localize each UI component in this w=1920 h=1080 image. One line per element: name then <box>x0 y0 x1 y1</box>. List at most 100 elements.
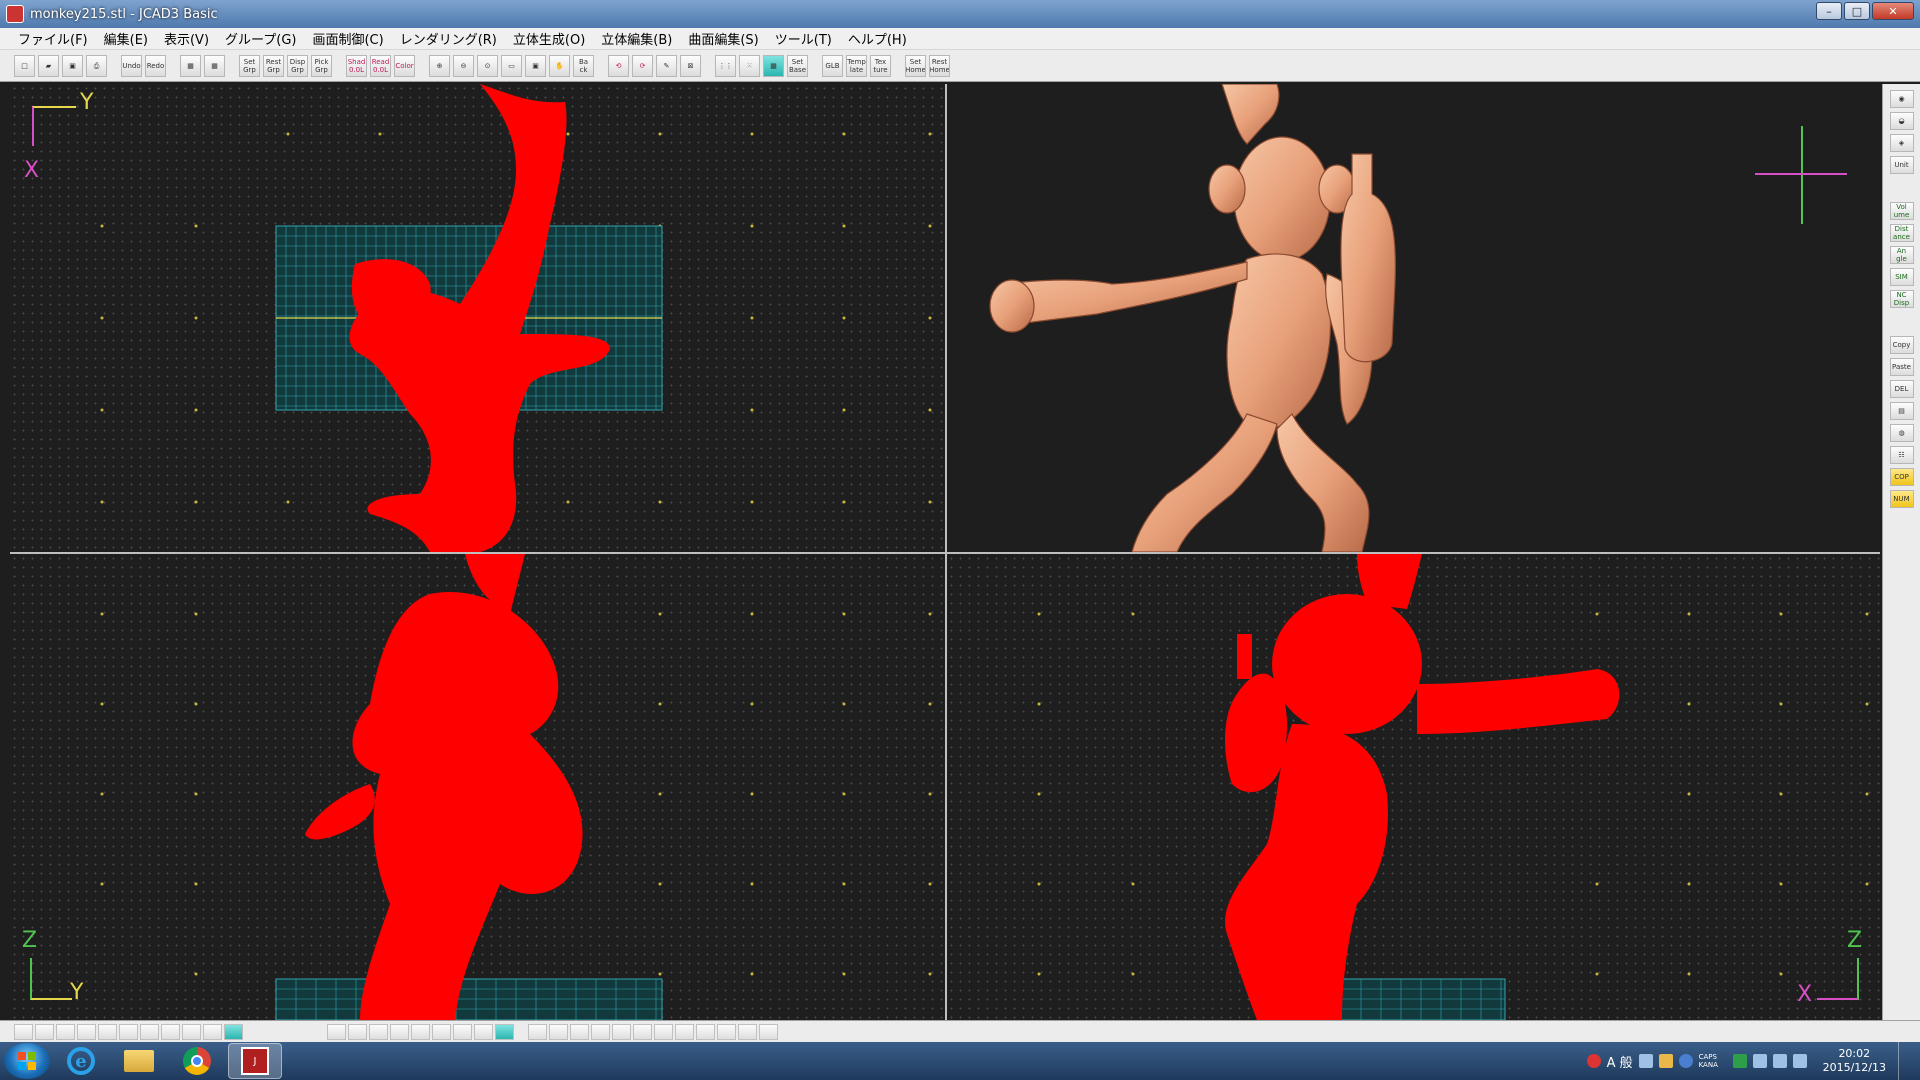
rotate-2-icon[interactable]: ⟳ <box>632 54 653 77</box>
shade-button[interactable]: Shad 0.0L <box>346 54 367 77</box>
rotate-4-icon[interactable]: ⊠ <box>680 54 701 77</box>
curve-tool-10-icon[interactable] <box>203 1023 222 1040</box>
menu-help[interactable]: ヘルプ(H) <box>840 29 915 48</box>
action-center-flag-icon[interactable] <box>1752 1054 1767 1068</box>
angle-button[interactable]: An gle <box>1889 246 1914 264</box>
solid-tool-7-icon[interactable] <box>453 1023 472 1040</box>
curve-tool-6-icon[interactable] <box>119 1023 138 1040</box>
zoom-out-icon[interactable]: ⊖ <box>453 54 474 77</box>
solid-tool-3-icon[interactable] <box>369 1023 388 1040</box>
start-button[interactable] <box>4 1043 50 1079</box>
edit-tool-4-icon[interactable] <box>591 1023 610 1040</box>
volume-button[interactable]: Vol ume <box>1889 202 1914 220</box>
taskbar-chrome[interactable] <box>170 1043 224 1079</box>
new-file-icon[interactable]: □ <box>14 54 35 77</box>
eye-icon[interactable]: ◉ <box>1889 90 1914 108</box>
zoom-all-icon[interactable]: ▣ <box>525 54 546 77</box>
menu-solid-create[interactable]: 立体生成(O) <box>505 29 593 48</box>
solid-tool-8-icon[interactable] <box>474 1023 493 1040</box>
palette-icon[interactable]: ◍ <box>1889 424 1914 442</box>
viewport-top-left[interactable]: Y X <box>10 84 945 552</box>
viewport-bottom-right[interactable]: Z X <box>947 554 1880 1020</box>
template-button[interactable]: Temp late <box>846 54 867 77</box>
menu-surface-edit[interactable]: 曲面編集(S) <box>680 29 766 48</box>
menu-file[interactable]: ファイル(F) <box>10 29 96 48</box>
maximize-button[interactable]: □ <box>1844 2 1870 20</box>
menu-solid-edit[interactable]: 立体編集(B) <box>593 29 680 48</box>
distance-button[interactable]: Dist ance <box>1889 224 1914 242</box>
viewport-bottom-left[interactable]: Z Y <box>10 554 945 1020</box>
edit-tool-11-icon[interactable] <box>738 1023 757 1040</box>
edit-tool-1-icon[interactable] <box>528 1023 547 1040</box>
curve-tool-3-icon[interactable] <box>56 1023 75 1040</box>
zoom-window-icon[interactable]: ▭ <box>501 54 522 77</box>
edit-tool-7-icon[interactable] <box>654 1023 673 1040</box>
show-desktop-button[interactable] <box>1898 1042 1910 1080</box>
read-button[interactable]: Read 0.0L <box>370 54 391 77</box>
menu-view[interactable]: 表示(V) <box>156 29 217 48</box>
help-icon[interactable] <box>1678 1054 1693 1068</box>
solid-tool-5-icon[interactable] <box>411 1023 430 1040</box>
solid-tool-1-icon[interactable] <box>327 1023 346 1040</box>
curve-tool-5-icon[interactable] <box>98 1023 117 1040</box>
grid-a-icon[interactable]: ⋮⋮ <box>715 54 736 77</box>
menu-rendering[interactable]: レンダリング(R) <box>392 29 505 48</box>
nc-disp-button[interactable]: NC Disp <box>1889 290 1914 308</box>
cop-button[interactable]: COP <box>1889 468 1914 486</box>
grid-c-icon[interactable]: ▦ <box>763 54 784 77</box>
copy-button[interactable]: Copy <box>1889 336 1914 354</box>
viewport-top-right[interactable] <box>947 84 1880 552</box>
back-button[interactable]: Ba ck <box>573 54 594 77</box>
network-icon[interactable] <box>1732 1054 1747 1068</box>
grid-view-1-icon[interactable]: ▦ <box>180 54 201 77</box>
edit-tool-5-icon[interactable] <box>612 1023 631 1040</box>
disp-group-button[interactable]: Disp Grp <box>287 54 308 77</box>
save-file-icon[interactable]: ▣ <box>62 54 83 77</box>
num-button[interactable]: NUM <box>1889 490 1914 508</box>
edit-tool-6-icon[interactable] <box>633 1023 652 1040</box>
zoom-fit-icon[interactable]: ⊙ <box>477 54 498 77</box>
menu-edit[interactable]: 編集(E) <box>96 29 156 48</box>
delete-button[interactable]: DEL <box>1889 380 1914 398</box>
solid-tool-6-icon[interactable] <box>432 1023 451 1040</box>
ime-tool-icon[interactable] <box>1638 1054 1653 1068</box>
curve-tool-4-icon[interactable] <box>77 1023 96 1040</box>
rest-group-button[interactable]: Rest Grp <box>263 54 284 77</box>
ime-indicator[interactable]: A 般 <box>1607 1052 1633 1071</box>
redo-button[interactable]: Redo <box>145 54 166 77</box>
zoom-in-icon[interactable]: ⊕ <box>429 54 450 77</box>
cube-icon[interactable]: ◈ <box>1889 134 1914 152</box>
viewport-divider-vertical[interactable] <box>945 84 947 1020</box>
curve-tool-8-icon[interactable] <box>161 1023 180 1040</box>
set-base-button[interactable]: Set Base <box>787 54 808 77</box>
rotate-1-icon[interactable]: ⟲ <box>608 54 629 77</box>
texture-button[interactable]: Tex ture <box>870 54 891 77</box>
paste-button[interactable]: Paste <box>1889 358 1914 376</box>
sim-button[interactable]: SIM <box>1889 268 1914 286</box>
curve-tool-2-icon[interactable] <box>35 1023 54 1040</box>
curve-tool-11-icon[interactable] <box>224 1023 243 1040</box>
close-button[interactable]: ✕ <box>1872 2 1914 20</box>
pick-group-button[interactable]: Pick Grp <box>311 54 332 77</box>
layer-icon[interactable]: ▤ <box>1889 402 1914 420</box>
minimize-button[interactable]: – <box>1816 2 1842 20</box>
shield-icon[interactable] <box>1586 1054 1601 1068</box>
clock[interactable]: 20:02 2015/12/13 <box>1823 1047 1886 1075</box>
undo-button[interactable]: Undo <box>121 54 142 77</box>
solid-tool-2-icon[interactable] <box>348 1023 367 1040</box>
edit-tool-10-icon[interactable] <box>717 1023 736 1040</box>
edit-tool-3-icon[interactable] <box>570 1023 589 1040</box>
unit-button[interactable]: Unit <box>1889 156 1914 174</box>
menu-screen-control[interactable]: 画面制御(C) <box>304 29 391 48</box>
curve-tool-7-icon[interactable] <box>140 1023 159 1040</box>
edit-tool-8-icon[interactable] <box>675 1023 694 1040</box>
curve-tool-9-icon[interactable] <box>182 1023 201 1040</box>
color-button[interactable]: Color <box>394 54 415 77</box>
taskbar-internet-explorer[interactable]: e <box>54 1043 108 1079</box>
open-file-icon[interactable]: ▰ <box>38 54 59 77</box>
edit-tool-2-icon[interactable] <box>549 1023 568 1040</box>
curve-tool-1-icon[interactable] <box>14 1023 33 1040</box>
solid-tool-4-icon[interactable] <box>390 1023 409 1040</box>
set-group-button[interactable]: Set Grp <box>239 54 260 77</box>
solid-tool-9-icon[interactable] <box>495 1023 514 1040</box>
